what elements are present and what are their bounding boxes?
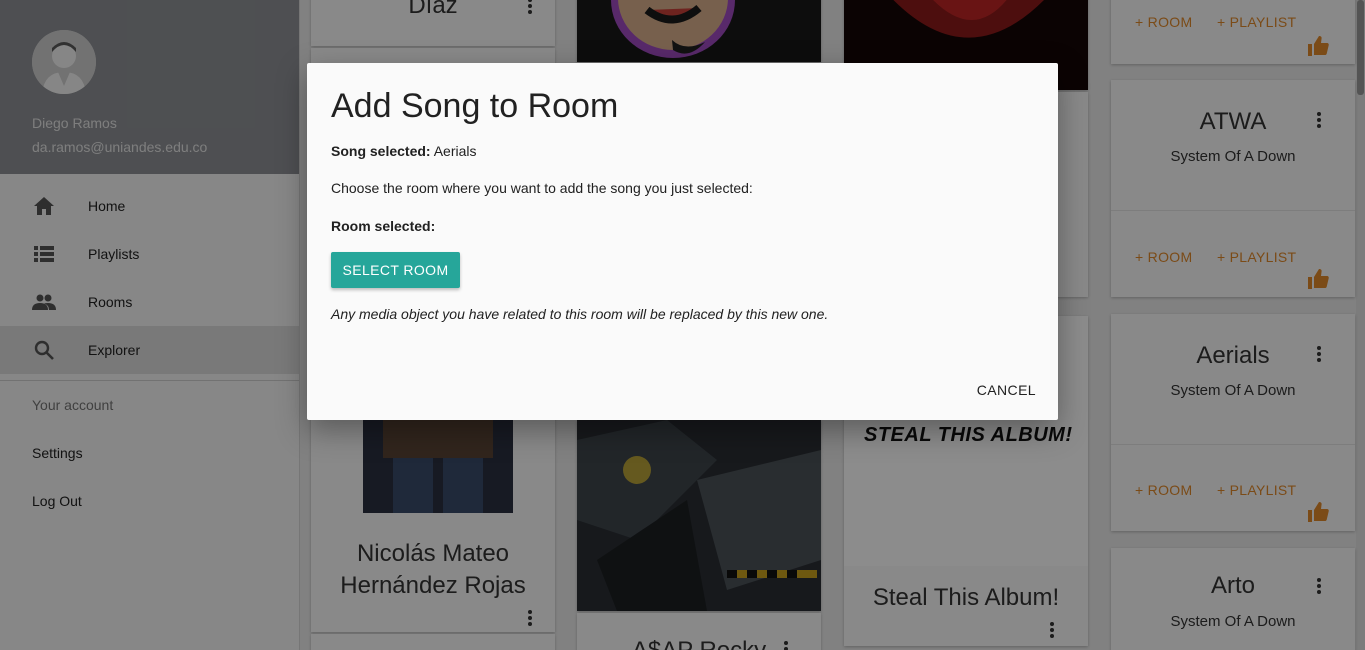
dialog-title: Add Song to Room <box>331 87 619 125</box>
song-selected-line: Song selected: Aerials <box>331 143 477 159</box>
song-selected-value: Aerials <box>433 143 477 159</box>
replace-warning: Any media object you have related to thi… <box>331 306 829 322</box>
cancel-button[interactable]: CANCEL <box>977 382 1036 398</box>
add-song-dialog: Add Song to Room Song selected: Aerials … <box>307 63 1058 420</box>
select-room-button[interactable]: SELECT ROOM <box>331 252 460 288</box>
song-selected-label: Song selected: <box>331 143 431 159</box>
dialog-instruction: Choose the room where you want to add th… <box>331 180 753 196</box>
room-selected-line: Room selected: <box>331 218 435 234</box>
room-selected-label: Room selected: <box>331 218 436 234</box>
